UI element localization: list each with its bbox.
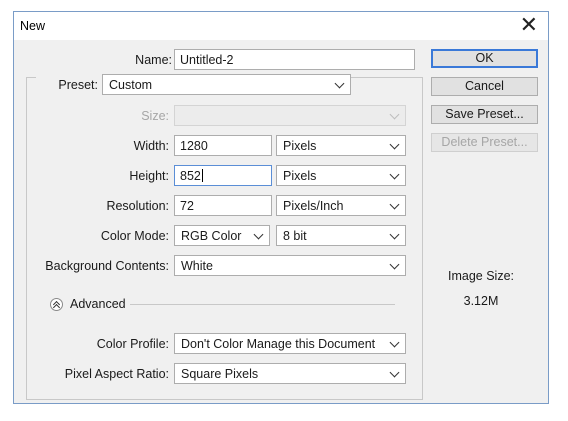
chevron-down-icon: [334, 78, 345, 89]
advanced-collapse-icon[interactable]: [50, 298, 63, 312]
pixel-aspect-ratio-select[interactable]: Square Pixels: [174, 363, 406, 384]
size-select: [174, 105, 406, 126]
delete-preset-button: Delete Preset...: [431, 133, 538, 152]
color-mode-value: RGB Color: [181, 229, 242, 243]
bit-depth-value: 8 bit: [283, 229, 307, 243]
name-input[interactable]: Untitled-2: [174, 49, 415, 70]
background-contents-label: Background Contents:: [45, 259, 169, 273]
size-label: Size:: [141, 109, 169, 123]
height-label: Height:: [129, 169, 169, 183]
image-size-value: 3.12M: [463, 294, 499, 308]
dialog-title: New: [20, 19, 46, 33]
color-profile-value: Don't Color Manage this Document: [181, 337, 376, 351]
title-bar: New ✕: [14, 12, 548, 40]
resolution-label: Resolution:: [106, 199, 169, 213]
chevron-down-icon: [389, 367, 400, 378]
chevron-down-icon: [389, 169, 400, 180]
color-mode-label: Color Mode:: [100, 229, 169, 243]
height-unit-value: Pixels: [283, 169, 317, 183]
ok-button[interactable]: OK: [431, 49, 538, 68]
resolution-input[interactable]: 72: [174, 195, 272, 216]
resolution-unit-select[interactable]: Pixels/Inch: [276, 195, 406, 216]
chevron-down-icon: [389, 139, 400, 150]
height-input[interactable]: 852: [174, 165, 272, 186]
pixel-aspect-ratio-label: Pixel Aspect Ratio:: [64, 367, 169, 381]
save-preset-button[interactable]: Save Preset...: [431, 105, 538, 124]
image-size-label: Image Size:: [448, 269, 515, 283]
pixel-aspect-ratio-value: Square Pixels: [181, 367, 259, 381]
advanced-divider: [130, 304, 395, 305]
color-mode-select[interactable]: RGB Color: [174, 225, 270, 246]
chevron-down-icon: [389, 199, 400, 210]
chevron-down-icon: [389, 259, 400, 270]
height-unit-select[interactable]: Pixels: [276, 165, 406, 186]
resolution-unit-value: Pixels/Inch: [283, 199, 344, 213]
color-profile-select[interactable]: Don't Color Manage this Document: [174, 333, 406, 354]
chevron-down-icon: [389, 229, 400, 240]
advanced-label[interactable]: Advanced: [70, 297, 126, 311]
chevron-down-icon: [253, 229, 264, 240]
bit-depth-select[interactable]: 8 bit: [276, 225, 406, 246]
chevron-down-icon: [389, 109, 400, 120]
background-contents-select[interactable]: White: [174, 255, 406, 276]
preset-value: Custom: [109, 78, 153, 92]
cancel-button[interactable]: Cancel: [431, 77, 538, 96]
text-caret: [201, 169, 203, 182]
chevron-down-icon: [389, 337, 400, 348]
height-value: 852: [180, 169, 201, 183]
preset-select[interactable]: Custom: [102, 74, 351, 95]
width-unit-value: Pixels: [283, 139, 317, 153]
name-label: Name:: [135, 53, 172, 67]
preset-label: Preset:: [58, 78, 98, 92]
new-document-dialog: New ✕ Name: Untitled-2 Preset: Custom Si…: [13, 11, 549, 404]
background-contents-value: White: [181, 259, 213, 273]
width-unit-select[interactable]: Pixels: [276, 135, 406, 156]
close-icon[interactable]: ✕: [520, 14, 538, 36]
color-profile-label: Color Profile:: [96, 337, 169, 351]
width-label: Width:: [133, 139, 169, 153]
width-input[interactable]: 1280: [174, 135, 272, 156]
